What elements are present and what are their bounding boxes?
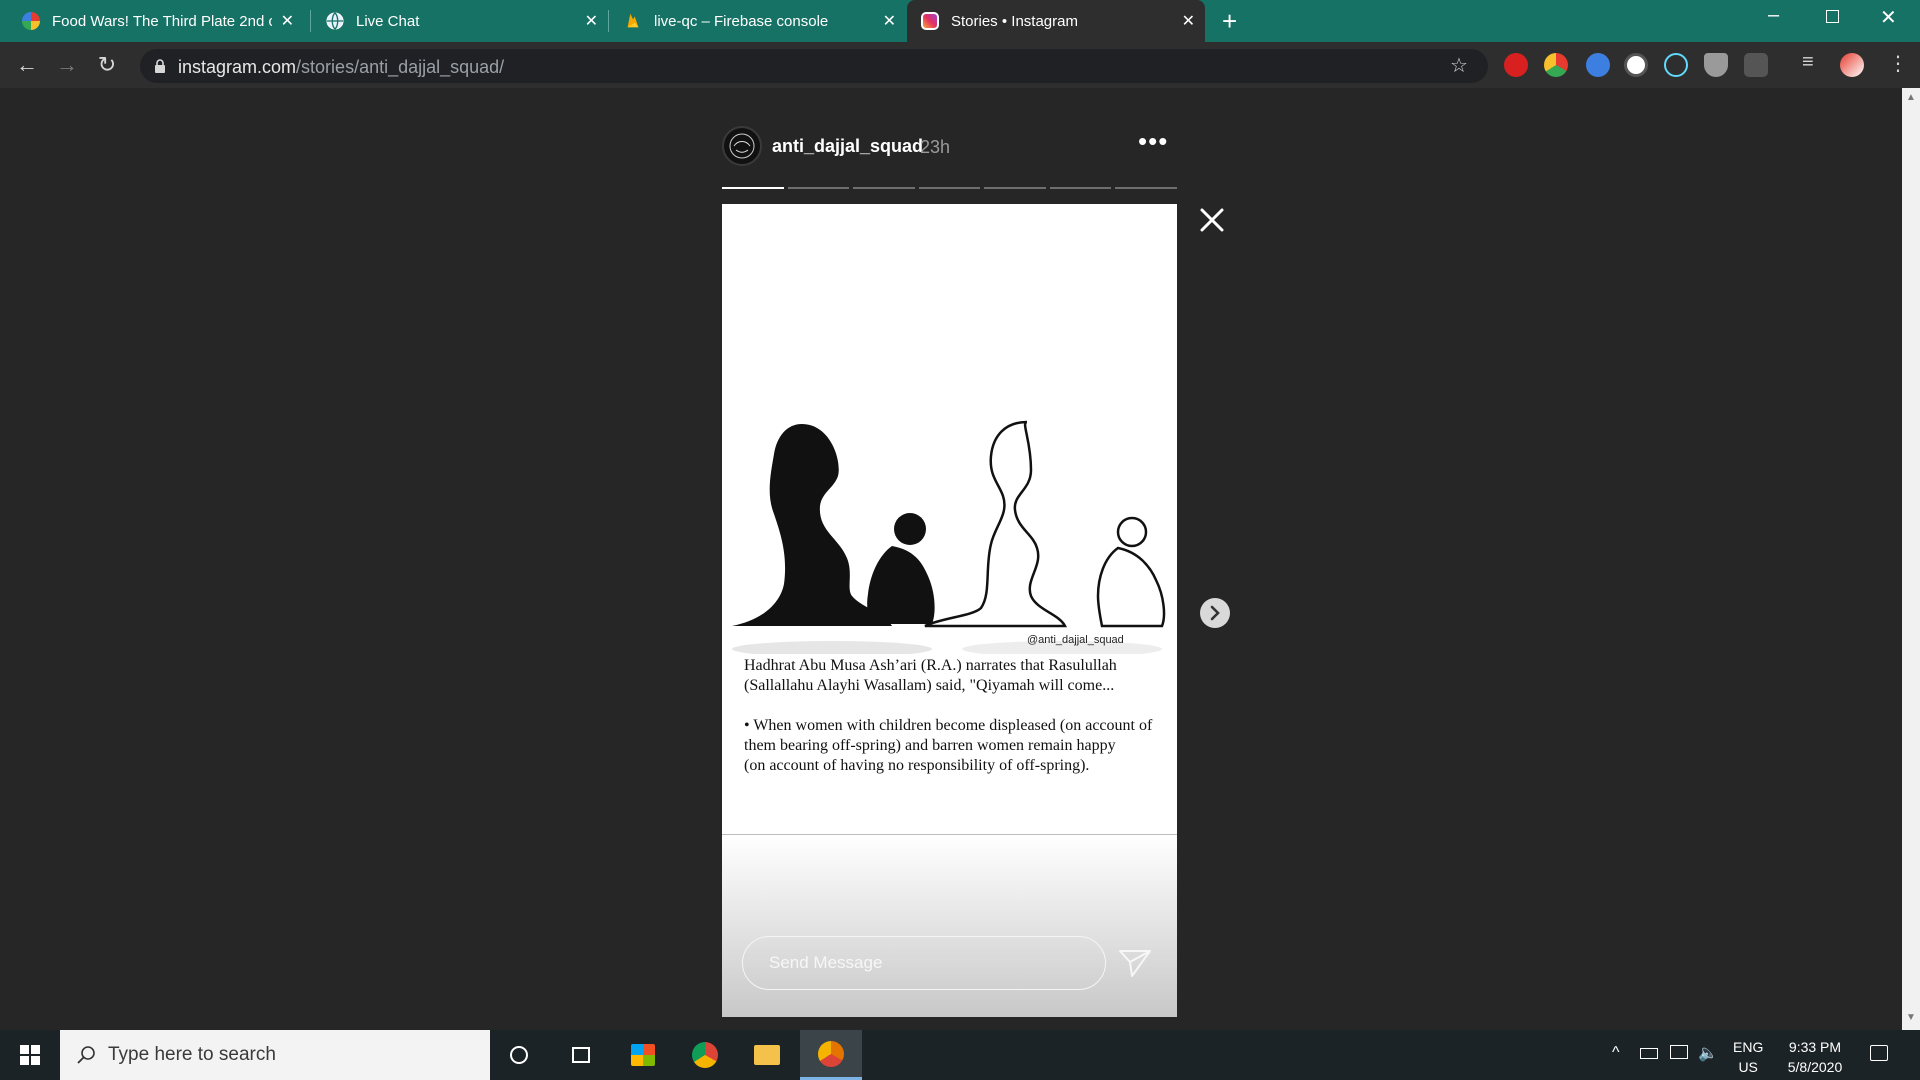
story-time-ago: 23h bbox=[920, 137, 951, 157]
url-path: /stories/anti_dajjal_squad/ bbox=[296, 57, 505, 77]
task-view-icon[interactable] bbox=[550, 1030, 612, 1080]
story-progress-segment bbox=[984, 187, 1046, 189]
next-story-button[interactable] bbox=[1200, 598, 1230, 628]
scroll-up-icon[interactable]: ▲ bbox=[1906, 92, 1916, 103]
calligraphy-logo bbox=[729, 133, 755, 159]
search-placeholder: Type here to search bbox=[108, 1044, 276, 1065]
extension-circle-icon[interactable] bbox=[1624, 53, 1648, 77]
story-progress-segment bbox=[853, 187, 915, 189]
story-progress-segment bbox=[918, 187, 981, 189]
lock-icon bbox=[155, 59, 165, 73]
input-language-indicator[interactable]: ENG US bbox=[1733, 1037, 1763, 1077]
firebase-icon bbox=[627, 13, 639, 28]
restore-button[interactable] bbox=[1826, 10, 1839, 23]
search-icon bbox=[77, 1046, 95, 1064]
caption-paragraph: • When women with children become disple… bbox=[744, 717, 1153, 774]
action-center-icon[interactable] bbox=[1870, 1045, 1888, 1061]
media-queue-icon[interactable]: ≡ bbox=[1802, 51, 1814, 74]
close-tab-icon[interactable]: ✕ bbox=[585, 11, 598, 31]
chevron-right-icon bbox=[1210, 605, 1220, 621]
profile-avatar[interactable] bbox=[1840, 53, 1864, 77]
windows-start-icon[interactable] bbox=[20, 1045, 40, 1065]
tab-title: Stories • Instagram bbox=[951, 12, 1078, 30]
page-scrollbar[interactable]: ▲ ▼ bbox=[1902, 88, 1920, 1030]
close-window-button[interactable]: ✕ bbox=[1880, 5, 1897, 30]
instagram-icon bbox=[921, 12, 939, 30]
send-message-input[interactable] bbox=[742, 936, 1106, 990]
extension-glasses-icon[interactable] bbox=[1744, 53, 1768, 77]
caption-paragraph: Hadhrat Abu Musa Ash’ari (R.A.) narrates… bbox=[744, 657, 1117, 694]
reload-button[interactable]: ↻ bbox=[94, 52, 120, 78]
browser-toolbar: ← → ↻ instagram.com/stories/anti_dajjal_… bbox=[0, 42, 1920, 88]
file-explorer-icon[interactable] bbox=[736, 1030, 798, 1080]
tab-live-chat[interactable]: Live Chat ✕ bbox=[312, 0, 608, 42]
store-icon[interactable] bbox=[612, 1030, 674, 1080]
story-progress-segment bbox=[722, 187, 784, 189]
browser-tab-strip: Food Wars! The Third Plate 2nd c ✕ Live … bbox=[0, 0, 1920, 42]
story-progress-segment bbox=[1049, 187, 1112, 189]
shield-icon[interactable] bbox=[1704, 53, 1728, 77]
story-media[interactable]: @anti_dajjal_squad Hadhrat Abu Musa Ash’… bbox=[722, 204, 1177, 1017]
back-button[interactable]: ← bbox=[14, 52, 40, 78]
close-tab-icon[interactable]: ✕ bbox=[1182, 11, 1195, 31]
close-story-icon[interactable] bbox=[1196, 204, 1228, 236]
adblock-extension-icon[interactable] bbox=[1504, 53, 1528, 77]
avatar[interactable] bbox=[722, 126, 762, 166]
address-bar[interactable]: instagram.com/stories/anti_dajjal_squad/… bbox=[140, 49, 1488, 83]
silhouette-illustration bbox=[732, 420, 1166, 654]
story-progress-segment bbox=[787, 187, 850, 189]
story-username[interactable]: anti_dajjal_squad bbox=[772, 136, 923, 157]
windows-taskbar: Type here to search ^ 🔈 ENG US 9:33 PM 5… bbox=[0, 1030, 1920, 1080]
system-clock[interactable]: 9:33 PM 5/8/2020 bbox=[1780, 1037, 1850, 1077]
extension-icon[interactable] bbox=[1544, 53, 1568, 77]
story-watermark: @anti_dajjal_squad bbox=[1027, 634, 1124, 646]
chrome-taskbar-icon[interactable] bbox=[674, 1030, 736, 1080]
tab-separator bbox=[608, 10, 609, 32]
close-tab-icon[interactable]: ✕ bbox=[281, 11, 294, 31]
react-devtools-icon[interactable] bbox=[1664, 53, 1688, 77]
globe-icon bbox=[326, 12, 344, 30]
story-progress-segment bbox=[1115, 187, 1177, 189]
tab-title: live-qc – Firebase console bbox=[654, 12, 829, 30]
url-host: instagram.com bbox=[178, 57, 297, 77]
anime-site-icon bbox=[22, 12, 40, 30]
tab-food-wars[interactable]: Food Wars! The Third Plate 2nd c ✕ bbox=[8, 0, 304, 42]
chrome-canary-taskbar-icon[interactable] bbox=[800, 1030, 862, 1080]
bookmark-star-icon[interactable]: ☆ bbox=[1450, 53, 1468, 78]
cortana-icon[interactable] bbox=[488, 1030, 550, 1080]
instagram-story-viewer: anti_dajjal_squad 23h ••• @anti_dajjal_s… bbox=[0, 88, 1920, 1030]
extension-badge-icon[interactable] bbox=[1586, 53, 1610, 77]
close-tab-icon[interactable]: ✕ bbox=[883, 11, 896, 31]
tab-title: Live Chat bbox=[356, 12, 420, 30]
language-code: ENG bbox=[1733, 1039, 1764, 1055]
tab-title: Food Wars! The Third Plate 2nd c bbox=[52, 12, 272, 30]
battery-icon[interactable] bbox=[1640, 1048, 1658, 1059]
new-tab-button[interactable]: + bbox=[1222, 6, 1237, 37]
tab-instagram[interactable]: Stories • Instagram ✕ bbox=[907, 0, 1205, 42]
more-options-icon[interactable]: ••• bbox=[1138, 126, 1168, 157]
tab-firebase[interactable]: live-qc – Firebase console ✕ bbox=[610, 0, 906, 42]
region-code: US bbox=[1738, 1059, 1758, 1075]
taskbar-search-box[interactable]: Type here to search bbox=[60, 1030, 490, 1080]
tab-separator bbox=[310, 10, 311, 32]
send-direct-icon[interactable] bbox=[1118, 948, 1152, 978]
minimize-button[interactable]: – bbox=[1768, 4, 1779, 27]
story-caption: Hadhrat Abu Musa Ash’ari (R.A.) narrates… bbox=[744, 656, 1164, 796]
scroll-down-icon[interactable]: ▼ bbox=[1906, 1012, 1916, 1023]
browser-menu-icon[interactable]: ⋮ bbox=[1888, 51, 1908, 76]
clock-date: 5/8/2020 bbox=[1787, 1059, 1843, 1075]
volume-icon[interactable]: 🔈 bbox=[1698, 1043, 1718, 1063]
forward-button[interactable]: → bbox=[54, 52, 80, 78]
clock-time: 9:33 PM bbox=[1788, 1039, 1842, 1055]
network-icon[interactable] bbox=[1670, 1045, 1688, 1059]
url-text: instagram.com/stories/anti_dajjal_squad/ bbox=[178, 57, 504, 78]
tray-chevron-up-icon[interactable]: ^ bbox=[1612, 1044, 1620, 1062]
